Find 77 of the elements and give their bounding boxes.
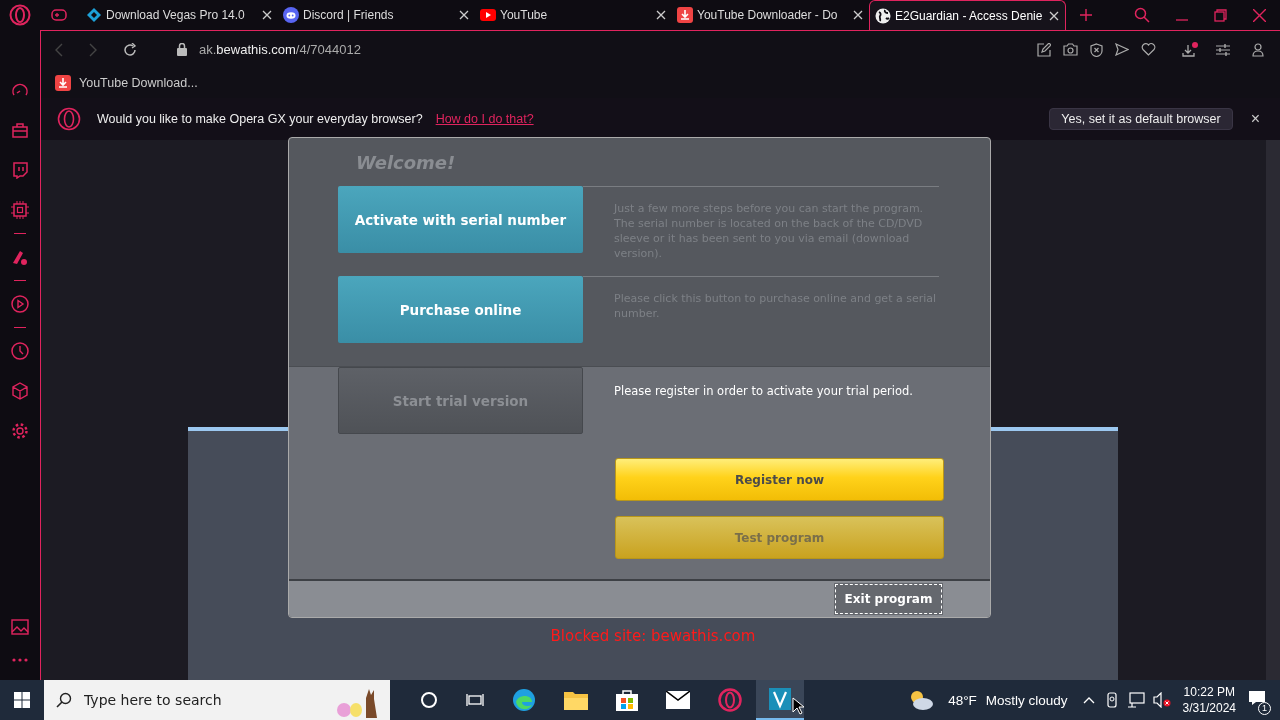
windows-start-icon[interactable] xyxy=(14,692,30,708)
sliders-icon[interactable] xyxy=(1216,43,1230,56)
temperature: 48°F xyxy=(948,692,977,708)
lock-icon xyxy=(177,43,187,56)
settings-icon[interactable] xyxy=(11,422,29,440)
close-icon[interactable] xyxy=(459,10,469,20)
download-app-icon xyxy=(677,7,693,23)
shield-icon[interactable] xyxy=(1090,42,1103,57)
taskbar-search-field[interactable]: Type here to search xyxy=(44,680,390,720)
camera-icon[interactable] xyxy=(1063,43,1078,56)
cortana-icon[interactable] xyxy=(420,691,438,709)
app-logo-icon xyxy=(769,688,791,710)
diamond-logo-icon xyxy=(86,7,102,23)
chip-icon[interactable] xyxy=(11,201,29,219)
image-icon[interactable] xyxy=(11,618,29,636)
close-button[interactable]: × xyxy=(1246,110,1264,128)
download-app-icon xyxy=(55,75,71,91)
restore-icon[interactable] xyxy=(1214,8,1227,22)
clock-date: 3/31/2024 xyxy=(1182,700,1236,716)
browser-tab[interactable]: Download Vegas Pro 14.0 xyxy=(81,0,278,30)
help-link[interactable]: How do I do that? xyxy=(435,112,534,126)
scrollbar[interactable] xyxy=(1266,140,1280,680)
close-icon[interactable] xyxy=(1049,10,1059,21)
opera-logo-icon[interactable] xyxy=(9,4,31,26)
clock-time: 10:22 PM xyxy=(1183,684,1235,700)
infobar-message: Would you like to make Opera GX your everyday browser? xyxy=(97,112,423,126)
notification-count: 1 xyxy=(1258,702,1271,715)
brush-icon[interactable] xyxy=(11,248,29,266)
play-icon[interactable] xyxy=(11,295,29,313)
new-tab-icon[interactable] xyxy=(1080,9,1092,21)
discord-icon xyxy=(283,7,299,23)
globe-icon xyxy=(875,7,891,24)
default-browser-button[interactable]: Yes, set it as default browser xyxy=(1049,108,1233,130)
browser-tab[interactable]: YouTube Downloader - Do xyxy=(672,0,869,30)
cube-icon[interactable] xyxy=(11,382,29,400)
browser-tab[interactable]: YouTube xyxy=(475,0,672,30)
weather-text: Mostly cloudy xyxy=(985,692,1068,708)
edge-icon[interactable] xyxy=(512,688,536,712)
bag-icon[interactable] xyxy=(11,121,29,139)
taskbar-app[interactable] xyxy=(756,680,804,720)
cloud-icon xyxy=(908,690,935,710)
pointer-icon xyxy=(792,697,804,715)
opera-logo-icon[interactable] xyxy=(718,688,742,712)
blocked-site-text: Blocked site: bewathis.com xyxy=(550,627,756,645)
edit-icon[interactable] xyxy=(1037,42,1051,57)
chevron-up-icon[interactable] xyxy=(1082,696,1095,704)
clock-icon[interactable] xyxy=(11,342,29,360)
browser-tab[interactable]: E2Guardian - Access Denie xyxy=(869,0,1066,30)
gamepad-icon[interactable] xyxy=(51,9,67,21)
mail-icon[interactable] xyxy=(666,691,690,709)
download-icon[interactable] xyxy=(1182,41,1198,58)
more-icon[interactable] xyxy=(12,658,28,662)
heart-icon[interactable] xyxy=(1141,43,1156,56)
network-icon[interactable] xyxy=(1126,692,1145,708)
search-icon xyxy=(56,692,72,708)
browser-tab[interactable]: Discord | Friends xyxy=(278,0,475,30)
account-icon[interactable] xyxy=(1252,42,1264,57)
notification-icon[interactable] xyxy=(1248,690,1266,706)
play-logo-icon xyxy=(480,9,496,21)
option-description: Please register in order to activate your trial period. xyxy=(614,384,913,398)
store-icon[interactable] xyxy=(616,689,638,711)
address-field[interactable]: ak.bewathis.com/4/7044012 xyxy=(199,42,361,57)
close-icon[interactable] xyxy=(262,10,272,20)
reload-icon[interactable] xyxy=(123,42,137,57)
close-icon[interactable] xyxy=(853,10,863,20)
opera-logo-icon xyxy=(57,107,81,131)
send-icon[interactable] xyxy=(1115,43,1129,56)
task-view-icon[interactable] xyxy=(466,691,484,709)
bookmark[interactable]: YouTube Download... xyxy=(55,75,198,91)
twitch-icon[interactable] xyxy=(11,161,29,179)
action-button[interactable]: Register now xyxy=(615,458,944,501)
close-icon[interactable] xyxy=(656,10,666,20)
meet-icon[interactable] xyxy=(1104,692,1119,708)
exit-button[interactable]: Exit program xyxy=(834,583,943,615)
muted-volume-icon[interactable] xyxy=(1152,692,1171,708)
folder-icon[interactable] xyxy=(564,690,588,710)
search-icon[interactable] xyxy=(1134,7,1150,23)
